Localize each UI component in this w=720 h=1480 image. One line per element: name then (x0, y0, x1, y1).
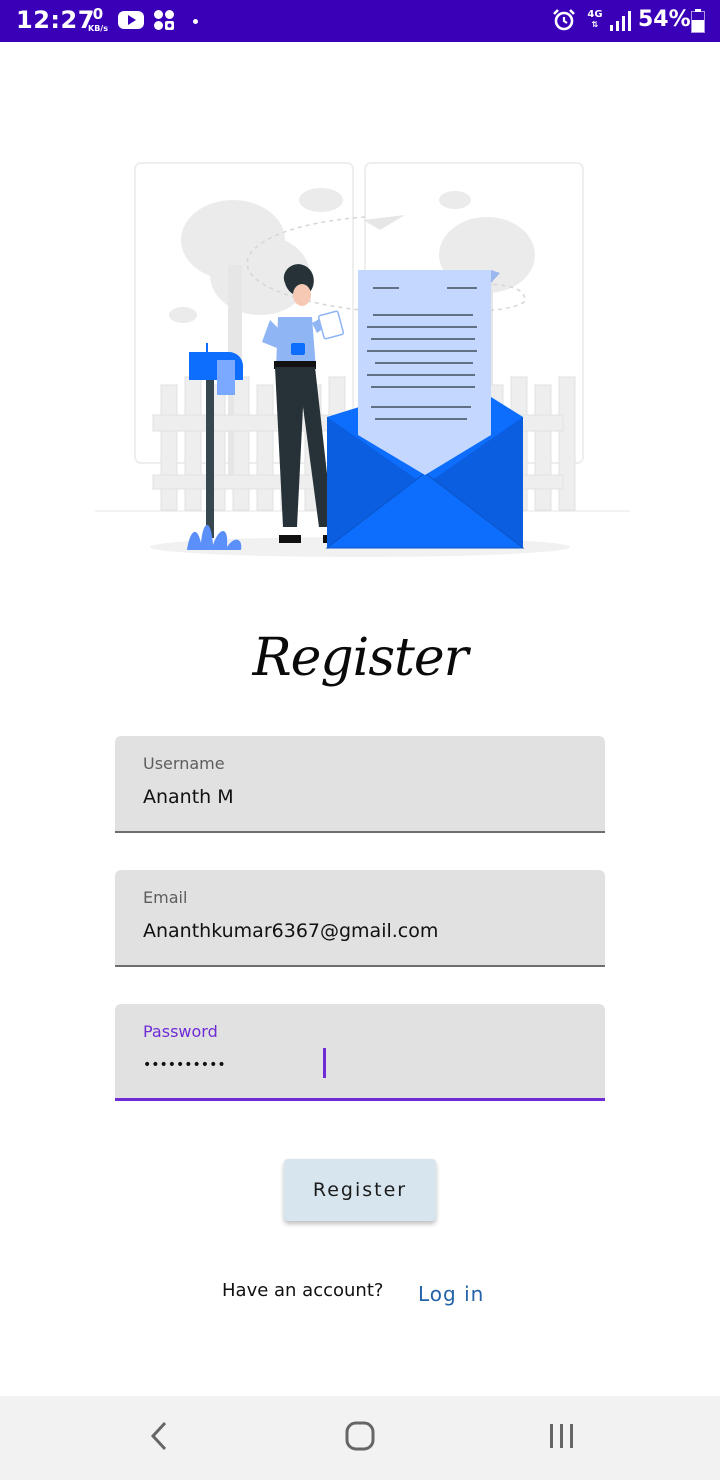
home-button[interactable] (336, 1416, 384, 1460)
password-input[interactable] (143, 1051, 583, 1079)
text-cursor (323, 1048, 326, 1078)
back-icon (149, 1421, 169, 1455)
back-button[interactable] (135, 1416, 183, 1460)
email-input[interactable] (143, 917, 583, 945)
dot-icon (193, 19, 198, 24)
network-speed-unit: KB/s (88, 24, 108, 33)
app-icon (153, 9, 175, 35)
password-field[interactable]: Password (115, 1004, 605, 1101)
email-field[interactable]: Email (115, 870, 605, 967)
page-title: Register (252, 628, 468, 688)
username-label: Username (143, 754, 225, 773)
email-label: Email (143, 888, 188, 907)
signal-icon (609, 10, 631, 36)
battery-icon (691, 9, 705, 37)
status-bar: 12:27 0 KB/s 4G ⇅ 54% (0, 0, 720, 42)
network-speed-value: 0 (92, 5, 104, 23)
password-label: Password (143, 1022, 218, 1041)
login-link[interactable]: Log in (418, 1282, 484, 1306)
home-icon (344, 1420, 376, 1456)
network-arrows-icon: ⇅ (591, 20, 599, 29)
navigation-bar (0, 1396, 720, 1480)
recents-button[interactable] (538, 1416, 586, 1460)
username-input[interactable] (143, 783, 583, 811)
battery-percent: 54% (638, 7, 691, 32)
register-illustration (95, 155, 630, 565)
alarm-icon (552, 8, 576, 36)
youtube-icon (117, 9, 145, 35)
username-field[interactable]: Username (115, 736, 605, 833)
network-type: 4G (587, 9, 603, 20)
recents-icon (547, 1422, 577, 1454)
network-4g-icon: 4G ⇅ (586, 9, 604, 29)
register-button[interactable]: Register (284, 1159, 436, 1221)
status-time: 12:27 (16, 6, 95, 34)
network-speed: 0 KB/s (86, 5, 110, 33)
have-account-text: Have an account? (222, 1280, 384, 1301)
